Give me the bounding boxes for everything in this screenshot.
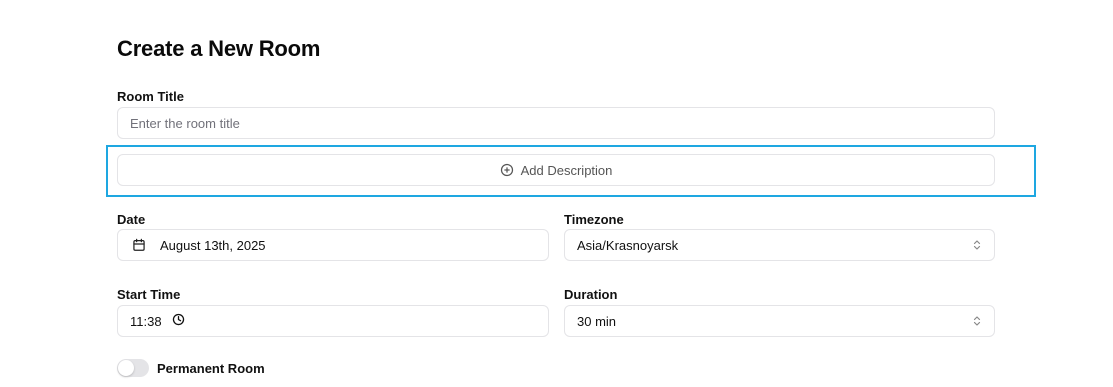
timezone-select[interactable]: Asia/Krasnoyarsk: [564, 229, 995, 261]
permanent-room-label: Permanent Room: [157, 361, 265, 376]
duration-label: Duration: [564, 287, 618, 302]
calendar-icon: [132, 238, 146, 252]
date-picker-button[interactable]: August 13th, 2025: [117, 229, 549, 261]
add-description-label: Add Description: [520, 162, 613, 178]
clock-icon[interactable]: [172, 313, 185, 329]
timezone-value: Asia/Krasnoyarsk: [577, 237, 679, 253]
start-time-value: 11:38: [130, 313, 162, 329]
timezone-label: Timezone: [564, 212, 624, 227]
chevron-updown-icon: [972, 239, 982, 251]
toggle-knob: [118, 360, 134, 376]
room-title-field: [117, 107, 995, 139]
page-title: Create a New Room: [117, 36, 321, 61]
room-title-input[interactable]: [118, 108, 994, 138]
room-title-label: Room Title: [117, 89, 184, 104]
start-time-input[interactable]: 11:38: [117, 305, 549, 337]
chevron-updown-icon: [972, 315, 982, 327]
plus-circle-icon: [500, 163, 514, 177]
create-room-page: Create a New Room Room Title Add Descrip…: [0, 0, 1113, 387]
add-description-button[interactable]: Add Description: [117, 154, 995, 186]
start-time-label: Start Time: [117, 287, 181, 302]
duration-select[interactable]: 30 min: [564, 305, 995, 337]
duration-value: 30 min: [577, 313, 617, 329]
date-value: August 13th, 2025: [160, 237, 266, 253]
permanent-room-toggle[interactable]: [117, 359, 149, 377]
date-label: Date: [117, 212, 146, 227]
